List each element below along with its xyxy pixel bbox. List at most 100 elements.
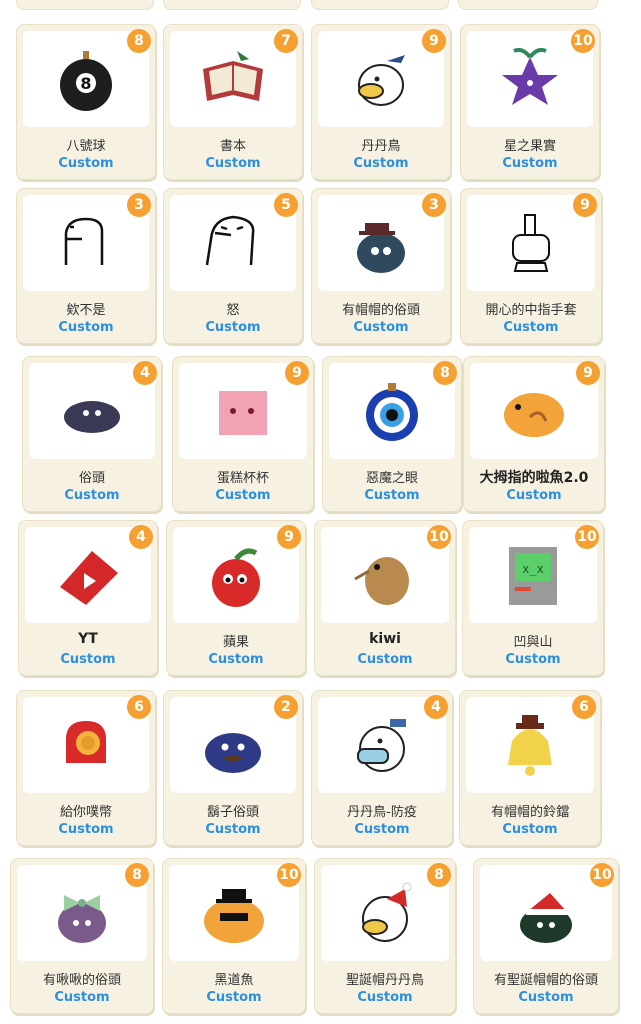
count-badge: 6 xyxy=(127,695,151,719)
mitten-coin-icon xyxy=(64,721,108,775)
custom-label: Custom xyxy=(208,652,264,667)
emoticon-card[interactable]: 9 蛋糕杯杯 Custom xyxy=(172,356,314,512)
count-badge: 9 xyxy=(576,361,600,385)
count-badge: 10 xyxy=(575,525,599,549)
taiyaki-icon xyxy=(504,393,564,437)
custom-label: Custom xyxy=(205,822,261,837)
emoticon-name: 惡魔之眼 xyxy=(365,471,418,486)
emoticon-card[interactable]: 8 惡魔之眼 Custom xyxy=(322,356,462,512)
emoticon-card[interactable]: 8 8 八號球 Custom xyxy=(16,24,156,180)
emoticon-name: 俗頭 xyxy=(78,471,105,486)
emoticon-card[interactable]: 10 kiwi Custom xyxy=(314,520,456,676)
custom-label: Custom xyxy=(58,320,114,335)
emoticon-name: 開心的中指手套 xyxy=(485,303,577,318)
emoticon-name: YT xyxy=(78,631,98,647)
emoticon-card[interactable]: 3 欸不是 Custom xyxy=(16,188,156,344)
mustache-blob-icon xyxy=(205,733,261,773)
emoticon-card[interactable]: 9 蘋果 Custom xyxy=(166,520,306,676)
emoticon-name: 大拇指的啦魚2.0 xyxy=(479,470,589,486)
emoticon-name: 凹與山 xyxy=(513,635,553,650)
count-badge: 4 xyxy=(424,695,448,719)
custom-label: Custom xyxy=(58,822,114,837)
emoticon-card[interactable]: 9 開心的中指手套 Custom xyxy=(460,188,602,344)
emoticon-name: 怒 xyxy=(226,303,240,318)
glove-icon xyxy=(512,214,550,272)
emoticon-card[interactable]: 5 怒 Custom xyxy=(163,188,303,344)
count-badge: 2 xyxy=(274,695,298,719)
count-badge: 9 xyxy=(285,361,309,385)
count-badge: 10 xyxy=(590,863,614,887)
custom-label: Custom xyxy=(518,990,574,1005)
emoticon-card[interactable]: 4 YT Custom xyxy=(18,520,158,676)
emoticon-card[interactable]: 8 聖誕帽丹丹鳥 Custom xyxy=(314,858,456,1014)
count-badge: 6 xyxy=(572,695,596,719)
emoticon-card[interactable]: 9 大拇指的啦魚2.0 Custom xyxy=(463,356,605,512)
emoticon-name: 丹丹鳥-防疫 xyxy=(347,805,417,820)
book-icon xyxy=(203,51,263,101)
bell-icon xyxy=(508,715,552,776)
custom-label: Custom xyxy=(353,156,409,171)
custom-label: Custom xyxy=(60,652,116,667)
emoticon-name: 黑道魚 xyxy=(214,973,254,988)
emoticon-card[interactable]: 7 書本 Custom xyxy=(163,24,303,180)
emoticon-card[interactable]: 6 有帽帽的鈴鐺 Custom xyxy=(459,690,601,846)
emoticon-name: 有帽帽的俗頭 xyxy=(341,303,420,318)
custom-label: Custom xyxy=(505,652,561,667)
count-badge: 3 xyxy=(127,193,151,217)
custom-label: Custom xyxy=(205,156,261,171)
emoticon-card[interactable]: 10 黑道魚 Custom xyxy=(162,858,306,1014)
emoticon-name: 鬍子俗頭 xyxy=(206,805,259,820)
custom-label: Custom xyxy=(357,652,413,667)
custom-label: Custom xyxy=(354,822,410,837)
previous-row-card-edge xyxy=(458,0,598,10)
custom-label: Custom xyxy=(353,320,409,335)
custom-label: Custom xyxy=(58,156,114,171)
emoticon-name: 書本 xyxy=(219,139,246,154)
dandan-bird-icon xyxy=(358,55,405,106)
emoticon-card[interactable]: 9 丹丹鳥 Custom xyxy=(311,24,451,180)
santa-blob-icon xyxy=(520,893,572,943)
custom-label: Custom xyxy=(502,822,558,837)
count-badge: 9 xyxy=(573,193,597,217)
emoticon-card[interactable]: 4 丹丹鳥-防疫 Custom xyxy=(311,690,453,846)
previous-row-card-edge xyxy=(311,0,449,10)
emoticon-name: 欸不是 xyxy=(66,303,106,318)
emoticon-card[interactable]: 6 給你噗幣 Custom xyxy=(16,690,156,846)
custom-label: Custom xyxy=(503,320,559,335)
custom-label: Custom xyxy=(54,990,110,1005)
emoticon-card[interactable]: 10 有聖誕帽帽的俗頭 Custom xyxy=(473,858,619,1014)
emoticon-name: 蛋糕杯杯 xyxy=(216,471,269,486)
angry-dino-icon xyxy=(205,215,255,266)
count-badge: 8 xyxy=(427,863,451,887)
emoticon-name: 八號球 xyxy=(66,139,106,154)
custom-label: Custom xyxy=(206,990,262,1005)
emoticon-card[interactable]: 3 有帽帽的俗頭 Custom xyxy=(311,188,451,344)
emoticon-name: kiwi xyxy=(369,631,401,647)
svg-text:8: 8 xyxy=(80,74,91,93)
emoticon-name: 聖誕帽丹丹鳥 xyxy=(345,973,424,988)
custom-label: Custom xyxy=(64,488,120,503)
emoticon-name: 給你噗幣 xyxy=(59,805,112,820)
santa-bird-icon xyxy=(362,882,412,942)
count-badge: 8 xyxy=(125,863,149,887)
emoticon-name: 有聖誕帽帽的俗頭 xyxy=(493,973,598,988)
emoticon-card[interactable]: 8 有啾啾的俗頭 Custom xyxy=(10,858,154,1014)
emoticon-card[interactable]: 4 俗頭 Custom xyxy=(22,356,162,512)
count-badge: 10 xyxy=(571,29,595,53)
custom-label: Custom xyxy=(502,156,558,171)
count-badge: 9 xyxy=(277,525,301,549)
emoticon-name: 有帽帽的鈴鐺 xyxy=(490,805,569,820)
youtube-icon xyxy=(60,551,118,605)
apple-icon xyxy=(212,548,260,607)
dino-outline-icon xyxy=(64,217,104,265)
emoticon-name: 蘋果 xyxy=(222,635,249,650)
computer-icon: x_x xyxy=(509,547,557,605)
emoticon-card[interactable]: x_x 10 凹與山 Custom xyxy=(462,520,604,676)
emoticon-card[interactable]: 2 鬍子俗頭 Custom xyxy=(163,690,303,846)
count-badge: 3 xyxy=(422,193,446,217)
hat-blob-icon xyxy=(357,223,405,273)
emoticon-card[interactable]: 10 星之果實 Custom xyxy=(460,24,600,180)
masked-bird-icon xyxy=(357,719,406,772)
blob-icon xyxy=(64,401,120,433)
emoticon-name: 丹丹鳥 xyxy=(361,139,401,154)
